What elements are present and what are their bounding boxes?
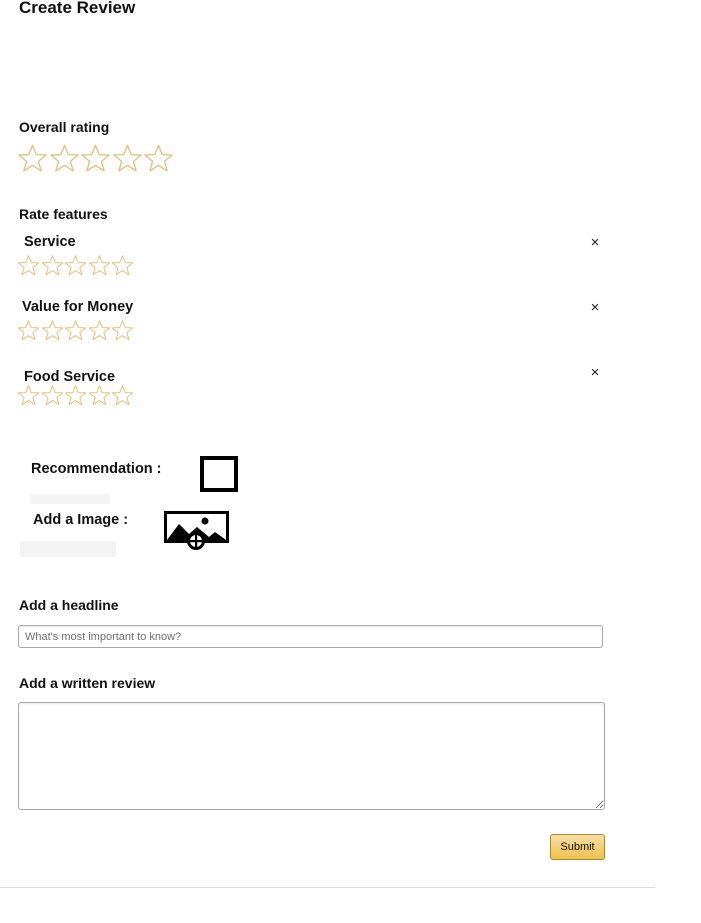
star-icon[interactable] — [88, 254, 111, 277]
recommendation-checkbox[interactable] — [200, 456, 238, 492]
star-icon[interactable] — [17, 384, 40, 407]
feature-remove-button[interactable]: × — [588, 365, 602, 380]
recommendation-label: Recommendation : — [31, 461, 162, 477]
star-icon[interactable] — [143, 143, 174, 174]
overall-rating-stars[interactable] — [17, 143, 175, 174]
star-icon[interactable] — [111, 254, 134, 277]
page-title: Create Review — [19, 0, 136, 17]
star-icon[interactable] — [41, 254, 64, 277]
star-icon[interactable] — [17, 319, 40, 342]
star-icon[interactable] — [17, 143, 48, 174]
submit-button[interactable]: Submit — [550, 834, 605, 860]
add-image-icon — [164, 511, 229, 550]
add-image-button[interactable] — [163, 510, 231, 552]
star-icon[interactable] — [41, 384, 64, 407]
headline-input[interactable] — [18, 625, 603, 648]
written-review-textarea[interactable] — [18, 702, 605, 810]
overall-rating-label: Overall rating — [19, 119, 110, 135]
feature-remove-button[interactable]: × — [588, 235, 602, 250]
star-icon[interactable] — [64, 319, 87, 342]
add-image-label: Add a Image : — [33, 512, 129, 528]
star-icon[interactable] — [41, 319, 64, 342]
feature-remove-button[interactable]: × — [588, 300, 602, 315]
star-icon[interactable] — [88, 384, 111, 407]
star-icon[interactable] — [17, 254, 40, 277]
star-icon[interactable] — [88, 319, 111, 342]
bottom-divider — [0, 887, 655, 888]
feature-label: Service — [24, 234, 76, 250]
star-icon[interactable] — [64, 384, 87, 407]
star-icon[interactable] — [64, 254, 87, 277]
star-icon[interactable] — [49, 143, 80, 174]
star-icon[interactable] — [112, 143, 143, 174]
feature-stars[interactable] — [17, 319, 135, 342]
star-icon[interactable] — [111, 319, 134, 342]
feature-stars[interactable] — [17, 254, 135, 277]
faded-artifact — [30, 494, 110, 504]
star-icon[interactable] — [80, 143, 111, 174]
feature-label: Food Service — [24, 369, 116, 385]
written-review-label: Add a written review — [19, 675, 156, 691]
feature-label: Value for Money — [22, 299, 134, 315]
faded-artifact — [20, 541, 116, 557]
rate-features-label: Rate features — [19, 206, 108, 222]
star-icon[interactable] — [111, 384, 134, 407]
feature-stars[interactable] — [17, 384, 135, 407]
headline-label: Add a headline — [19, 597, 119, 613]
